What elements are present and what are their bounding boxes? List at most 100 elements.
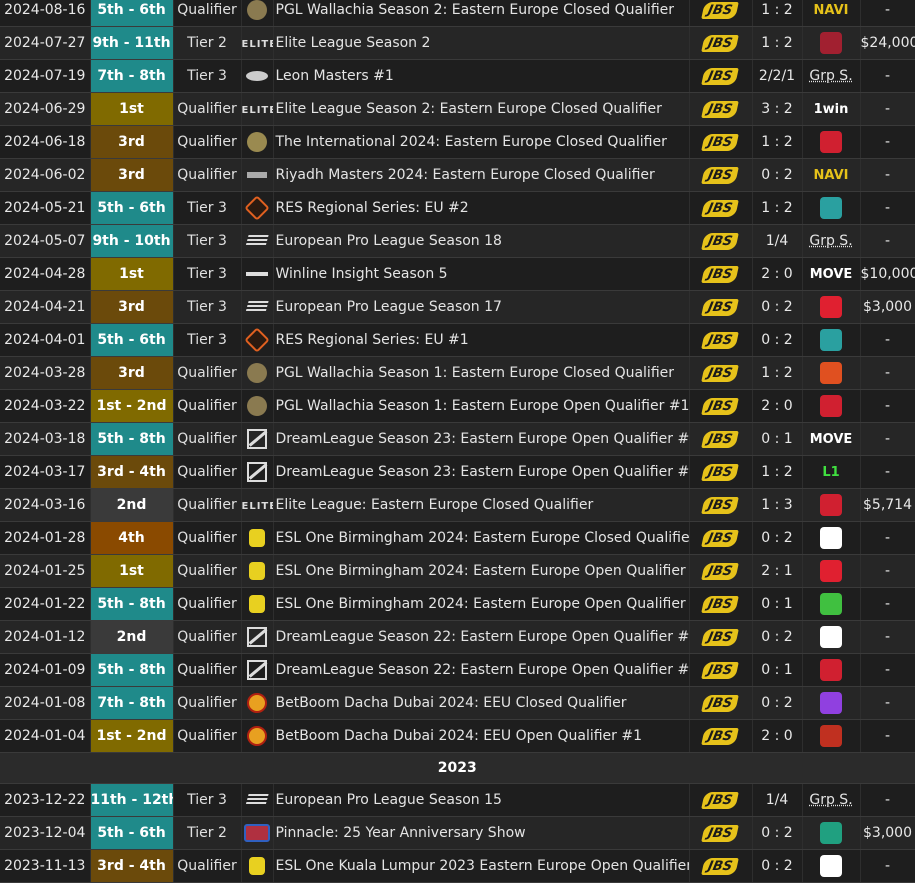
opponent-cell[interactable]: MOVE [802,422,861,456]
tier-link[interactable]: Qualifier [173,92,242,126]
team-logo-icon[interactable]: JBS [689,521,753,555]
navi-icon[interactable]: NAVI [814,2,849,18]
virtus-icon[interactable] [820,362,842,384]
tournament-link[interactable]: DreamLeague Season 22: Eastern Europe Op… [273,653,690,687]
dl-icon[interactable] [241,653,274,687]
dl-icon[interactable] [241,620,274,654]
team-logo-icon[interactable]: JBS [689,158,753,192]
betboom-icon[interactable] [241,719,274,753]
team-logo-icon[interactable]: JBS [689,356,753,390]
tournament-link[interactable]: RES Regional Series: EU #1 [273,323,690,357]
elite-icon[interactable]: ELITE [241,92,274,126]
tournament-link[interactable]: Elite League Season 2: Eastern Europe Cl… [273,92,690,126]
tier-link[interactable]: Qualifier [173,455,242,489]
tournament-link[interactable]: ESL One Kuala Lumpur 2023 Eastern Europe… [273,849,690,883]
team-logo-icon[interactable]: JBS [689,554,753,588]
tier-link[interactable]: Tier 3 [173,783,242,817]
opponent-cell[interactable]: NAVI [802,0,861,27]
opponent-cell[interactable] [802,686,861,720]
team-logo-icon[interactable]: JBS [689,816,753,850]
tournament-link[interactable]: DreamLeague Season 23: Eastern Europe Op… [273,455,690,489]
ti-icon[interactable] [241,125,274,159]
wave-icon[interactable] [820,197,842,219]
team-logo-icon[interactable]: JBS [689,59,753,93]
opponent-cell[interactable]: MOVE [802,257,861,291]
epl-icon[interactable] [241,224,274,258]
epl-icon[interactable] [241,290,274,324]
team-logo-icon[interactable]: JBS [689,26,753,60]
tier-link[interactable]: Qualifier [173,719,242,753]
tier-link[interactable]: Tier 3 [173,191,242,225]
dota-icon[interactable] [820,725,842,747]
tournament-link[interactable]: European Pro League Season 18 [273,224,690,258]
opponent-cell[interactable]: 1win [802,92,861,126]
bear-icon[interactable] [820,626,842,648]
team-logo-icon[interactable]: JBS [689,587,753,621]
tournament-link[interactable]: PGL Wallachia Season 2: Eastern Europe C… [273,0,690,27]
tier-link[interactable]: Qualifier [173,653,242,687]
pinnacle-icon[interactable] [241,816,274,850]
opponent-cell[interactable]: Grp S. [802,783,861,817]
tournament-link[interactable]: Elite League: Eastern Europe Closed Qual… [273,488,690,522]
leon-icon[interactable] [241,59,274,93]
opponent-cell[interactable] [802,26,861,60]
move-icon[interactable]: MOVE [810,431,853,447]
tier-link[interactable]: Qualifier [173,422,242,456]
esl-icon[interactable] [241,521,274,555]
group-stage-label[interactable]: Grp S. [809,233,852,249]
mouz-icon[interactable] [820,296,842,318]
tier-link[interactable]: Qualifier [173,356,242,390]
tier-link[interactable]: Qualifier [173,587,242,621]
tournament-link[interactable]: PGL Wallachia Season 1: Eastern Europe C… [273,356,690,390]
team-logo-icon[interactable]: JBS [689,620,753,654]
tournament-link[interactable]: European Pro League Season 17 [273,290,690,324]
l1-icon[interactable]: L1 [822,464,839,480]
team-icon[interactable] [820,32,842,54]
tournament-link[interactable]: European Pro League Season 15 [273,783,690,817]
tier-link[interactable]: Qualifier [173,521,242,555]
tier-link[interactable]: Qualifier [173,620,242,654]
opponent-cell[interactable]: NAVI [802,158,861,192]
tier-link[interactable]: Tier 2 [173,816,242,850]
opponent-cell[interactable] [802,389,861,423]
dl-icon[interactable] [241,455,274,489]
team-logo-icon[interactable]: JBS [689,290,753,324]
team-logo-icon[interactable]: JBS [689,92,753,126]
opponent-cell[interactable] [802,125,861,159]
opponent-cell[interactable] [802,554,861,588]
tournament-link[interactable]: ESL One Birmingham 2024: Eastern Europe … [273,587,690,621]
opponent-cell[interactable]: Grp S. [802,224,861,258]
opponent-cell[interactable] [802,521,861,555]
opponent-cell[interactable] [802,290,861,324]
team-logo-icon[interactable]: JBS [689,191,753,225]
opponent-cell[interactable] [802,488,861,522]
tournament-link[interactable]: PGL Wallachia Season 1: Eastern Europe O… [273,389,690,423]
tier-link[interactable]: Qualifier [173,554,242,588]
opponent-cell[interactable] [802,587,861,621]
group-stage-label[interactable]: Grp S. [809,68,852,84]
opponent-cell[interactable] [802,653,861,687]
move-icon[interactable]: MOVE [810,266,853,282]
opponent-cell[interactable] [802,719,861,753]
team-logo-icon[interactable]: JBS [689,849,753,883]
tournament-link[interactable]: Winline Insight Season 5 [273,257,690,291]
skull-icon[interactable] [820,131,842,153]
team-logo-icon[interactable]: JBS [689,422,753,456]
team-logo-icon[interactable]: JBS [689,719,753,753]
team-logo-icon[interactable]: JBS [689,323,753,357]
clover-icon[interactable] [820,593,842,615]
nigma-icon[interactable] [820,560,842,582]
tier-link[interactable]: Tier 3 [173,224,242,258]
tournament-link[interactable]: BetBoom Dacha Dubai 2024: EEU Open Quali… [273,719,690,753]
tier-link[interactable]: Tier 2 [173,26,242,60]
team-logo-icon[interactable]: JBS [689,125,753,159]
elite-icon[interactable]: ELITE [241,26,274,60]
opponent-cell[interactable] [802,620,861,654]
tournament-link[interactable]: Elite League Season 2 [273,26,690,60]
team-logo-icon[interactable]: JBS [689,488,753,522]
skull-icon[interactable] [820,494,842,516]
tier-link[interactable]: Qualifier [173,0,242,27]
tier-link[interactable]: Qualifier [173,686,242,720]
winline-icon[interactable] [241,257,274,291]
team-logo-icon[interactable]: JBS [689,224,753,258]
